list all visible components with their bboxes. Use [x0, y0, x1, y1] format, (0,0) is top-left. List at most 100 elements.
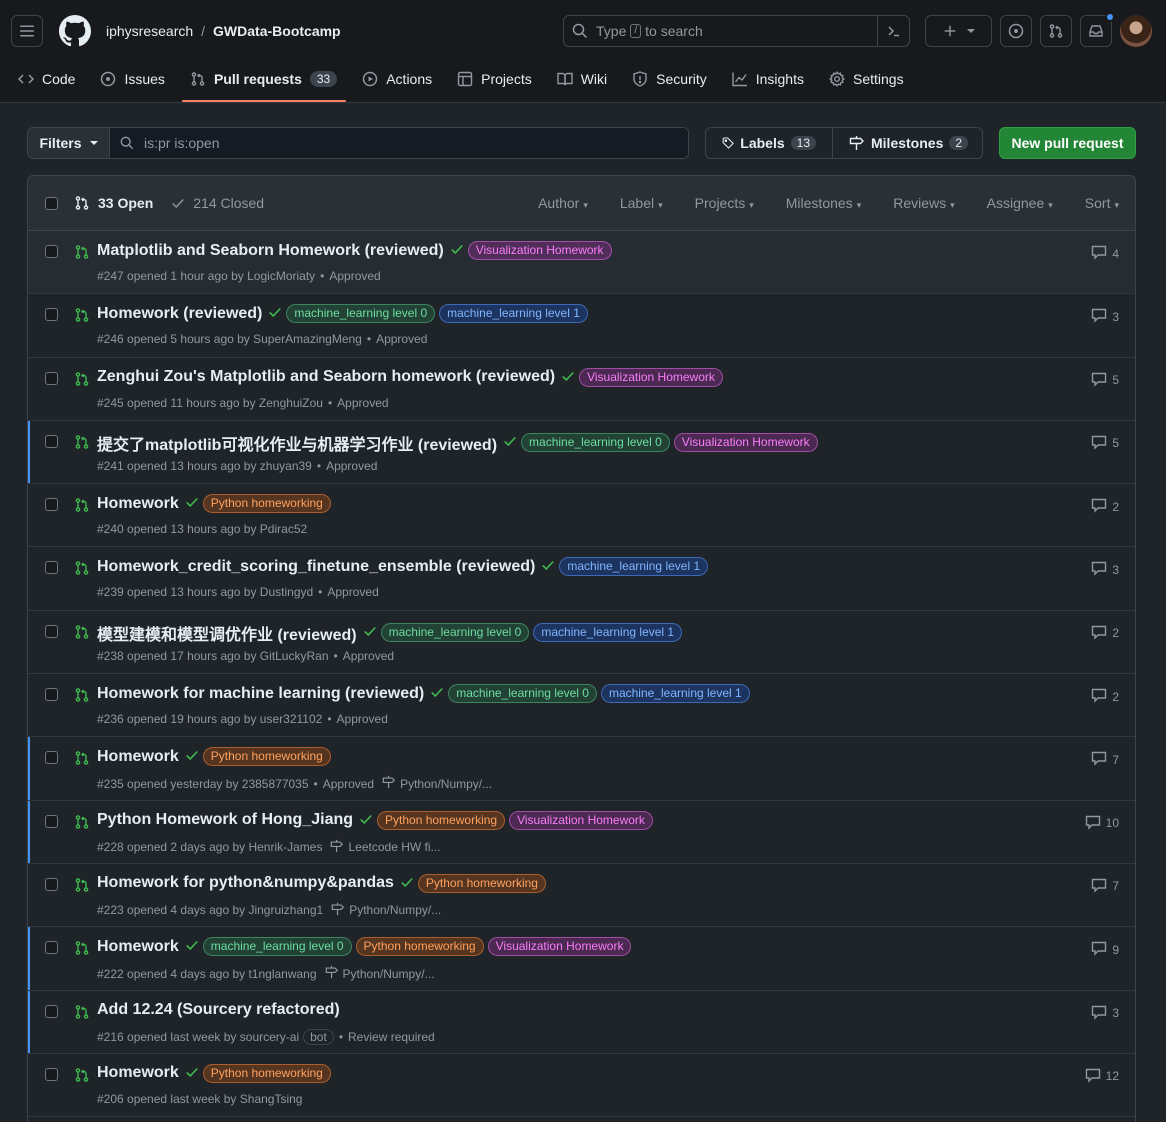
pull-request-row[interactable]: Python Homework of Hong_Jiang Python home… — [28, 800, 1135, 864]
comments-link[interactable]: 3 — [1091, 560, 1119, 579]
check-status-icon[interactable] — [541, 558, 555, 575]
label-badge[interactable]: Python homeworking — [202, 747, 331, 767]
label-badge[interactable]: Python homeworking — [377, 810, 506, 830]
row-checkbox[interactable] — [45, 751, 58, 765]
comments-link[interactable]: 2 — [1091, 624, 1119, 643]
review-status[interactable]: Approved — [337, 712, 388, 726]
filter-label-dropdown[interactable]: Label ▾ — [620, 195, 663, 211]
review-status[interactable]: Approved — [343, 649, 394, 663]
review-status[interactable]: Approved — [323, 777, 374, 791]
check-status-icon[interactable] — [503, 434, 517, 451]
pull-request-row[interactable]: Zenghui Zou's Matplotlib and Seaborn hom… — [28, 357, 1135, 421]
label-badge[interactable]: machine_learning level 1 — [559, 557, 709, 577]
filter-milestones-dropdown[interactable]: Milestones ▾ — [786, 195, 861, 211]
repo-owner-link[interactable]: iphysresearch — [106, 23, 193, 39]
pull-request-title-link[interactable]: Homework — [97, 1064, 179, 1082]
milestone-link[interactable]: Leetcode HW fi... — [330, 839, 441, 856]
check-status-icon[interactable] — [268, 305, 282, 322]
comments-link[interactable]: 4 — [1091, 244, 1119, 263]
pull-request-title-link[interactable]: Homework (reviewed) — [97, 305, 262, 323]
pull-request-row[interactable]: Matplotlib and Seaborn Homework (reviewe… — [28, 231, 1135, 295]
check-status-icon[interactable] — [185, 748, 199, 765]
pull-request-row[interactable]: Homework Python homeworking #235 opened ye… — [28, 737, 1135, 801]
label-badge[interactable]: machine_learning level 0 — [286, 304, 436, 324]
label-badge[interactable]: Python homeworking — [417, 873, 546, 893]
filter-assignee-dropdown[interactable]: Assignee ▾ — [987, 195, 1053, 211]
review-status[interactable]: Review required — [348, 1030, 435, 1044]
milestone-link[interactable]: Python/Numpy/... — [382, 775, 492, 792]
pull-request-title-link[interactable]: 模型建模和模型调优作业 (reviewed) — [97, 621, 357, 645]
inbox-button[interactable] — [1080, 12, 1115, 47]
comments-link[interactable]: 2 — [1091, 687, 1119, 706]
github-logo-icon[interactable] — [59, 15, 91, 47]
row-checkbox[interactable] — [45, 561, 58, 575]
pull-requests-global-button[interactable] — [1040, 15, 1072, 47]
pull-request-title-link[interactable]: Homework — [97, 748, 179, 766]
create-new-button[interactable] — [925, 15, 992, 47]
comments-link[interactable]: 5 — [1091, 434, 1119, 453]
comments-link[interactable]: 5 — [1091, 371, 1119, 390]
pull-request-title-link[interactable]: Homework for python&numpy&pandas — [97, 874, 394, 892]
row-checkbox[interactable] — [45, 1067, 58, 1081]
filters-dropdown-button[interactable]: Filters — [28, 128, 110, 158]
closed-filter-link[interactable]: 214 Closed — [171, 195, 264, 211]
label-badge[interactable]: machine_learning level 0 — [521, 433, 670, 453]
issues-global-button[interactable] — [1000, 15, 1032, 47]
hamburger-menu-button[interactable] — [11, 15, 43, 47]
label-badge[interactable]: Visualization Homework — [487, 937, 632, 957]
review-status[interactable]: Approved — [376, 332, 427, 346]
review-status[interactable]: Approved — [327, 585, 378, 599]
milestone-link[interactable]: Python/Numpy/... — [331, 902, 441, 919]
pull-request-title-link[interactable]: Homework — [97, 495, 179, 513]
row-checkbox[interactable] — [45, 308, 58, 322]
comments-link[interactable]: 9 — [1091, 940, 1119, 959]
pull-request-title-link[interactable]: Add 12.24 (Sourcery refactored) — [97, 1001, 340, 1019]
filter-sort-dropdown[interactable]: Sort ▾ — [1085, 195, 1119, 211]
pull-request-row[interactable]: Homework machine_learning level 0 Python h… — [28, 927, 1135, 991]
check-status-icon[interactable] — [450, 242, 464, 259]
pull-request-row[interactable]: Homework Python homeworking #240 opened 13… — [28, 484, 1135, 548]
label-badge[interactable]: Python homeworking — [202, 1063, 331, 1083]
comments-link[interactable]: 3 — [1091, 307, 1119, 326]
pull-request-row[interactable]: Add 12.24 (Sourcery refactored) #216 open… — [28, 990, 1135, 1054]
tab-wiki[interactable]: Wiki — [557, 62, 616, 95]
open-filter-link[interactable]: 33 Open — [74, 195, 153, 211]
select-all-checkbox[interactable] — [45, 196, 58, 210]
tab-pull-requests[interactable]: Pull requests 33 — [181, 62, 347, 102]
tab-settings[interactable]: Settings — [829, 62, 913, 95]
pull-request-title-link[interactable]: 提交了matplotlib可视化作业与机器学习作业 (reviewed) — [97, 431, 497, 455]
tab-issues[interactable]: Issues — [100, 62, 173, 95]
milestones-button[interactable]: Milestones 2 — [833, 128, 982, 158]
comments-link[interactable]: 7 — [1091, 750, 1119, 769]
label-badge[interactable]: Visualization Homework — [467, 241, 612, 260]
pull-request-title-link[interactable]: Python Homework of Hong_Jiang — [97, 811, 353, 829]
review-status[interactable]: Approved — [337, 396, 388, 410]
search-input[interactable]: Type / to search — [563, 15, 910, 47]
filter-projects-dropdown[interactable]: Projects ▾ — [695, 195, 754, 211]
repo-name-link[interactable]: GWData-Bootcamp — [213, 23, 341, 39]
label-badge[interactable]: machine_learning level 1 — [439, 304, 588, 324]
check-status-icon[interactable] — [430, 685, 444, 702]
label-badge[interactable]: Python homeworking — [202, 494, 331, 514]
pull-request-row[interactable]: Homework Python homeworking #206 opened la… — [28, 1053, 1135, 1118]
comments-link[interactable]: 10 — [1085, 814, 1119, 833]
pull-request-row[interactable]: 模型建模和模型调优作业 (reviewed) machine_learning l… — [28, 610, 1135, 675]
check-status-icon[interactable] — [185, 495, 199, 512]
label-badge[interactable]: Visualization Homework — [579, 367, 723, 387]
label-badge[interactable]: machine_learning level 0 — [448, 684, 597, 704]
comments-link[interactable]: 2 — [1091, 497, 1119, 516]
tab-projects[interactable]: Projects — [457, 62, 541, 95]
row-checkbox[interactable] — [45, 498, 58, 512]
label-badge[interactable]: Visualization Homework — [509, 810, 653, 830]
check-status-icon[interactable] — [359, 812, 373, 829]
label-badge[interactable]: machine_learning level 0 — [202, 937, 352, 957]
check-status-icon[interactable] — [400, 875, 414, 892]
row-checkbox[interactable] — [45, 624, 58, 638]
tab-insights[interactable]: Insights — [732, 62, 813, 95]
label-badge[interactable]: Python homeworking — [355, 937, 484, 957]
review-status[interactable]: Approved — [329, 269, 380, 283]
pull-request-title-link[interactable]: Zenghui Zou's Matplotlib and Seaborn hom… — [97, 368, 555, 386]
comments-link[interactable]: 12 — [1085, 1067, 1119, 1086]
row-checkbox[interactable] — [45, 245, 58, 258]
pull-request-title-link[interactable]: Homework_credit_scoring_finetune_ensembl… — [97, 558, 535, 576]
